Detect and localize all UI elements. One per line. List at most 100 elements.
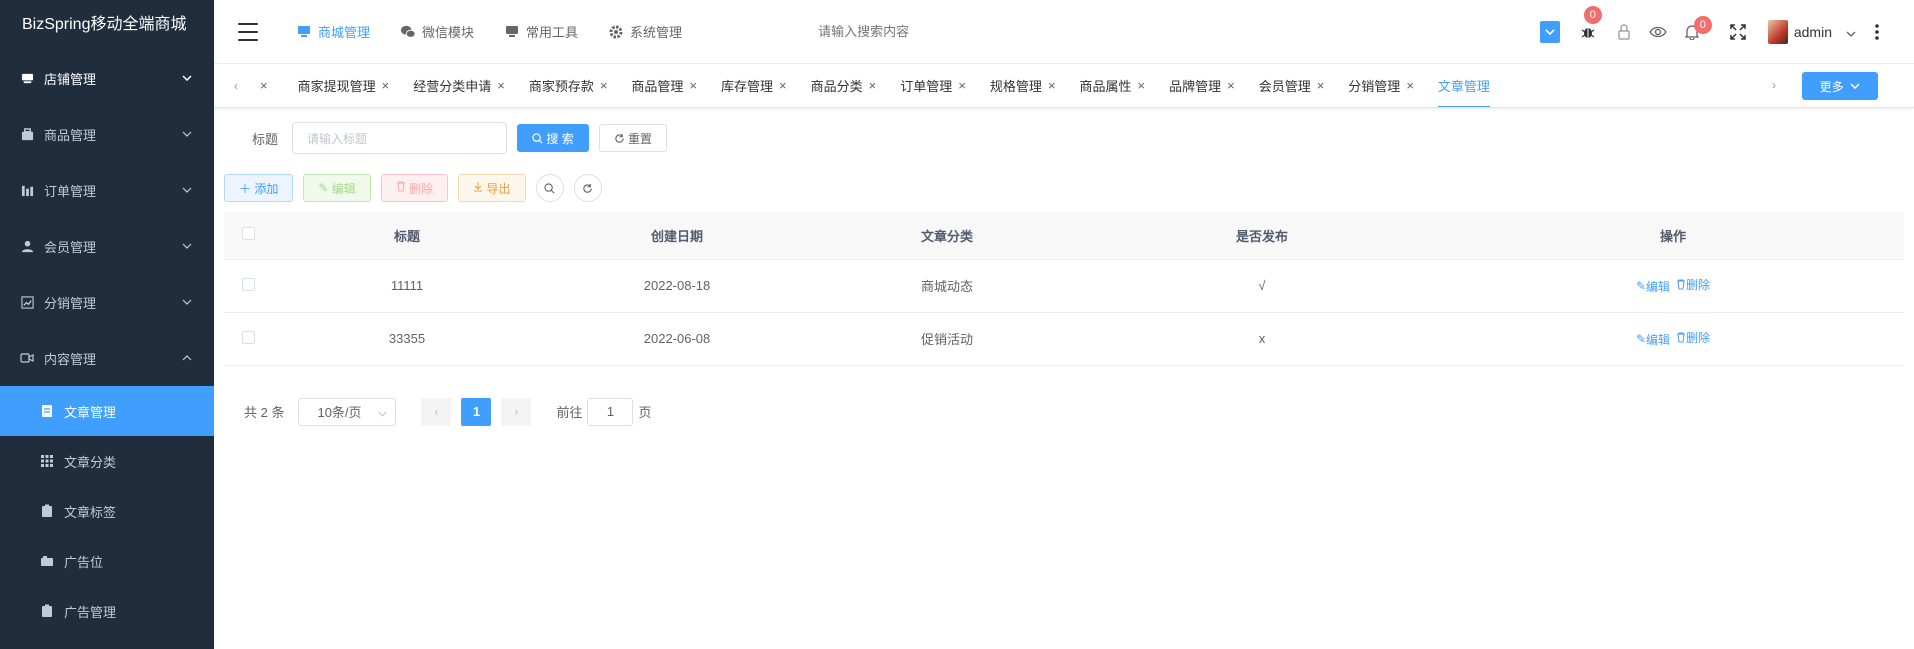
- page-content: 标题 请输入标题 搜 索 重置 ＋ 添加 ✎ 编辑 删除 导出 标题 创建日期 …: [214, 108, 1914, 426]
- topnav-item-mall[interactable]: 商城管理: [296, 22, 370, 41]
- reset-button[interactable]: 重置: [598, 124, 668, 152]
- search-button[interactable]: 搜 索: [517, 124, 589, 152]
- tag-label: 会员管理: [1258, 79, 1311, 94]
- tag-item[interactable]: 商品分类 ×: [811, 64, 877, 107]
- tag-label: 规格管理: [989, 79, 1042, 94]
- page-number-current[interactable]: 1: [461, 397, 492, 426]
- more-label: 更多: [1819, 79, 1844, 94]
- close-icon[interactable]: ×: [1048, 78, 1056, 93]
- trash-icon: [1677, 279, 1686, 290]
- table-toolbar: ＋ 添加 ✎ 编辑 删除 导出: [224, 174, 1904, 202]
- close-icon[interactable]: ×: [600, 78, 608, 93]
- sidebar-item-label: 内容管理: [44, 351, 97, 367]
- edit-button[interactable]: ✎ 编辑: [303, 174, 371, 202]
- hamburger-icon[interactable]: [238, 22, 258, 41]
- sidebar-item-goods[interactable]: 商品管理: [0, 106, 214, 162]
- tag-item[interactable]: 商家提现管理 ×: [298, 64, 390, 107]
- tag-item[interactable]: 商品管理 ×: [631, 64, 697, 107]
- fullscreen-icon[interactable]: [1728, 22, 1748, 42]
- topnav-label: 微信模块: [422, 25, 475, 40]
- col-actions: 操作: [1442, 212, 1904, 260]
- tags-scroll-right-icon[interactable]: ›: [1768, 78, 1776, 92]
- add-button[interactable]: ＋ 添加: [224, 174, 294, 202]
- sidebar-item-order[interactable]: 订单管理: [0, 162, 214, 218]
- chevron-down-icon: [1846, 25, 1856, 40]
- topnav-item-wechat[interactable]: 微信模块: [400, 22, 474, 41]
- toggle-search-button[interactable]: [535, 174, 564, 202]
- tag-close-icon[interactable]: ×: [254, 64, 268, 107]
- delete-button[interactable]: 删除: [380, 174, 449, 202]
- close-icon[interactable]: ×: [1227, 78, 1235, 93]
- close-icon[interactable]: ×: [869, 78, 877, 93]
- row-delete-link[interactable]: 删除: [1676, 276, 1710, 293]
- close-icon[interactable]: ×: [689, 78, 697, 93]
- tags-more-button[interactable]: 更多: [1802, 72, 1878, 100]
- chevron-up-icon: [180, 351, 194, 365]
- table-row[interactable]: 33355 2022-06-08 促销活动 x ✎ 编辑 删除: [224, 312, 1904, 366]
- page-size-select[interactable]: 10条/页: [298, 397, 397, 426]
- table-row[interactable]: 11111 2022-08-18 商城动态 √ ✎ 编辑 删除: [224, 259, 1904, 313]
- sidebar-subitem-article[interactable]: 文章管理: [0, 386, 214, 436]
- tag-item[interactable]: 规格管理 ×: [989, 64, 1056, 107]
- tag-item[interactable]: 会员管理 ×: [1258, 64, 1325, 107]
- close-icon[interactable]: ×: [1317, 78, 1325, 93]
- sidebar-subitem-ad-manage[interactable]: 广告管理: [0, 586, 214, 636]
- close-icon[interactable]: ×: [1137, 78, 1145, 93]
- prev-page-button[interactable]: ‹: [421, 397, 452, 426]
- close-icon[interactable]: ×: [779, 78, 787, 93]
- row-delete-label: 删除: [1686, 278, 1711, 293]
- topnav-item-system[interactable]: 系统管理: [608, 22, 682, 41]
- sidebar-item-member[interactable]: 会员管理: [0, 218, 214, 274]
- sidebar-item-content[interactable]: 内容管理: [0, 330, 214, 386]
- more-vertical-icon[interactable]: [1874, 22, 1880, 42]
- next-page-button[interactable]: ›: [501, 397, 532, 426]
- sidebar-subitem-label: 广告管理: [64, 604, 117, 620]
- edit-icon: ✎: [318, 181, 329, 195]
- sidebar-subitem-ad-position[interactable]: 广告位: [0, 536, 214, 586]
- bell-icon[interactable]: 0: [1682, 16, 1712, 42]
- chevron-down-icon: [180, 239, 194, 253]
- user-dropdown[interactable]: admin: [1767, 20, 1856, 44]
- refresh-button[interactable]: [573, 174, 602, 202]
- tag-item[interactable]: 经营分类申请 ×: [413, 64, 505, 107]
- close-icon[interactable]: ×: [1406, 78, 1414, 93]
- tag-item[interactable]: 商家预存款 ×: [529, 64, 608, 107]
- lock-icon[interactable]: [1614, 22, 1634, 42]
- row-checkbox[interactable]: [224, 312, 272, 366]
- tag-item[interactable]: 文章管理: [1437, 64, 1490, 107]
- row-delete-link[interactable]: 删除: [1676, 329, 1710, 346]
- close-icon[interactable]: ×: [382, 78, 390, 93]
- eye-icon[interactable]: [1648, 22, 1668, 42]
- cell-actions: ✎ 编辑 删除: [1442, 259, 1904, 313]
- add-label: 添加: [254, 181, 279, 196]
- chevron-down-icon: [180, 127, 194, 141]
- select-all-checkbox[interactable]: [224, 212, 272, 260]
- reset-label: 重置: [628, 131, 653, 146]
- title-input[interactable]: 请输入标题: [292, 122, 508, 154]
- tag-item[interactable]: 品牌管理 ×: [1169, 64, 1235, 107]
- sidebar-subitem-article-tag[interactable]: 文章标签: [0, 486, 214, 536]
- sidebar-item-shop[interactable]: 店铺管理: [0, 50, 214, 106]
- global-search-input[interactable]: [818, 16, 1059, 47]
- sidebar-subitem-article-category[interactable]: 文章分类: [0, 436, 214, 486]
- tag-item[interactable]: 库存管理 ×: [721, 64, 787, 107]
- tags-scroll-left-icon[interactable]: ‹: [234, 79, 238, 93]
- tag-item[interactable]: 商品属性 ×: [1079, 64, 1145, 107]
- goto-page-input[interactable]: 1: [587, 397, 634, 426]
- row-edit-link[interactable]: ✎ 编辑: [1636, 278, 1670, 295]
- chevron-down-icon: [180, 295, 194, 309]
- row-edit-link[interactable]: ✎ 编辑: [1636, 331, 1670, 348]
- topnav-item-tools[interactable]: 常用工具: [504, 22, 578, 41]
- export-button[interactable]: 导出: [458, 174, 526, 202]
- table-header-row: 标题 创建日期 文章分类 是否发布 操作: [224, 212, 1904, 260]
- tag-label: 订单管理: [900, 79, 953, 94]
- bug-icon[interactable]: 0: [1578, 6, 1602, 42]
- close-icon[interactable]: ×: [958, 78, 966, 93]
- sidebar-item-distribution[interactable]: 分销管理: [0, 274, 214, 330]
- row-checkbox[interactable]: [224, 259, 272, 313]
- article-icon: [40, 404, 54, 418]
- tag-item[interactable]: 分销管理 ×: [1348, 64, 1414, 107]
- tag-item[interactable]: 订单管理 ×: [900, 64, 966, 107]
- select-icon[interactable]: [1539, 21, 1560, 43]
- close-icon[interactable]: ×: [497, 78, 505, 93]
